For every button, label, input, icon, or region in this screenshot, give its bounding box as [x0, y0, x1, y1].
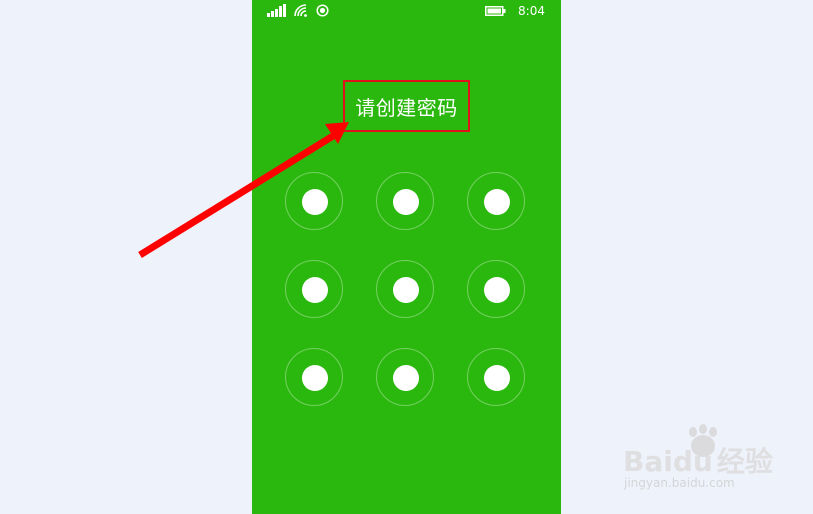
watermark-url: jingyan.baidu.com [624, 476, 735, 490]
baidu-watermark: Baidu 经验 jingyan.baidu.com [623, 424, 791, 496]
watermark-brand: Baidu 经验 [623, 445, 773, 478]
